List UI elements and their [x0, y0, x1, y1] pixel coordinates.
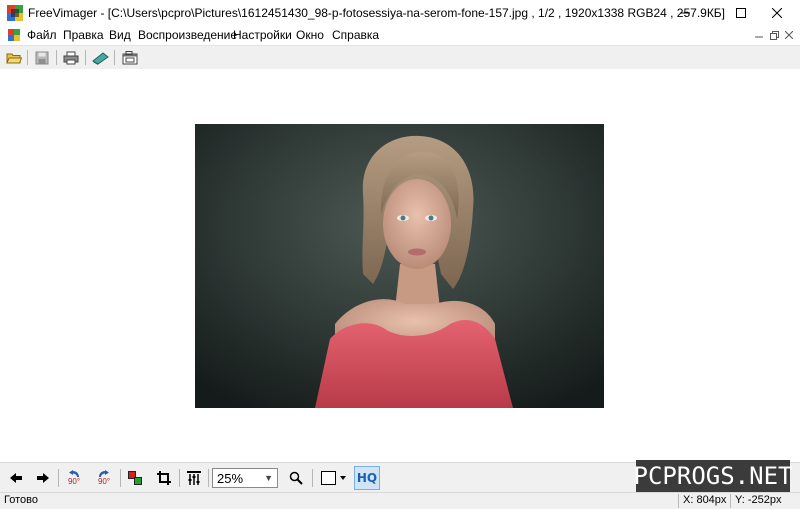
magnifier-icon	[289, 471, 303, 485]
window-title: FreeVimager - [C:\Users\pcpro\Pictures\1…	[28, 6, 726, 20]
main-toolbar	[0, 45, 800, 70]
crop-icon	[157, 471, 171, 485]
print-icon	[63, 51, 79, 65]
hq-toggle-button[interactable]: HQ	[354, 466, 380, 490]
adjust-sliders-icon	[187, 471, 201, 485]
menu-file[interactable]: Файл	[27, 28, 57, 42]
save-icon	[35, 51, 49, 65]
toolbar-separator	[85, 50, 86, 65]
status-text: Готово	[4, 494, 38, 506]
previous-image-button[interactable]	[4, 467, 28, 489]
toolbar-separator	[114, 50, 115, 65]
watermark: PCPROGS.NET	[633, 460, 793, 492]
menu-playback[interactable]: Воспроизведение	[138, 28, 237, 42]
status-y-coordinate: Y: -252px	[730, 494, 800, 508]
toolbar-separator	[27, 50, 28, 65]
rotate-cw-label: 90°	[97, 477, 111, 486]
arrow-left-icon	[10, 473, 22, 483]
toolbar-separator	[120, 469, 121, 487]
scan-icon	[92, 52, 109, 65]
zoom-button[interactable]	[284, 467, 308, 489]
close-button[interactable]	[754, 0, 800, 26]
minimize-icon	[680, 12, 690, 14]
save-button[interactable]	[31, 48, 53, 68]
menu-view[interactable]: Вид	[109, 28, 131, 42]
color-box-icon	[321, 471, 346, 485]
mdi-minimize-button[interactable]	[752, 29, 766, 41]
menu-settings[interactable]: Настройки	[233, 28, 292, 42]
toolbar-separator	[58, 469, 59, 487]
arrow-right-icon	[37, 473, 49, 483]
rotate-ccw-label: 90°	[67, 477, 81, 486]
color-button[interactable]	[123, 467, 147, 489]
open-button[interactable]	[3, 48, 25, 68]
app-logo-icon[interactable]	[7, 5, 23, 21]
menu-bar: Файл Правка Вид Воспроизведение Настройк…	[0, 26, 800, 45]
close-icon	[772, 8, 782, 18]
toolbar-separator	[312, 469, 313, 487]
minimize-icon	[755, 36, 763, 38]
status-bar: Готово X: 804px Y: -252px	[0, 492, 800, 509]
zoom-select[interactable]: 25% ▼	[212, 468, 278, 488]
open-folder-icon	[6, 53, 22, 64]
chevron-down-icon: ▼	[264, 473, 273, 483]
rotate-ccw-button[interactable]: 90°	[62, 467, 86, 489]
menu-edit[interactable]: Правка	[63, 28, 104, 42]
screenshot-button[interactable]	[119, 48, 141, 68]
next-image-button[interactable]	[31, 467, 55, 489]
scan-button[interactable]	[89, 48, 111, 68]
toolbar-separator	[208, 469, 209, 487]
photo-image[interactable]	[195, 124, 604, 408]
menu-window[interactable]: Окно	[296, 28, 324, 42]
screenshot-icon	[122, 51, 138, 65]
minimize-button[interactable]	[662, 0, 708, 26]
maximize-icon	[736, 8, 746, 18]
color-swatch-icon	[128, 471, 142, 485]
toolbar-separator	[56, 50, 57, 65]
rotate-cw-button[interactable]: 90°	[92, 467, 116, 489]
background-color-button[interactable]	[316, 467, 350, 489]
crop-button[interactable]	[152, 467, 176, 489]
zoom-value: 25%	[217, 471, 244, 486]
status-x-coordinate: X: 804px	[678, 494, 734, 508]
document-icon[interactable]	[7, 28, 21, 42]
mdi-close-button[interactable]	[782, 29, 796, 41]
menu-help[interactable]: Справка	[332, 28, 379, 42]
restore-icon	[769, 30, 779, 40]
close-icon	[785, 31, 793, 39]
title-bar[interactable]: FreeVimager - [C:\Users\pcpro\Pictures\1…	[0, 0, 800, 26]
print-button[interactable]	[60, 48, 82, 68]
adjust-button[interactable]	[182, 467, 206, 489]
mdi-restore-button[interactable]	[767, 29, 781, 41]
toolbar-separator	[179, 469, 180, 487]
